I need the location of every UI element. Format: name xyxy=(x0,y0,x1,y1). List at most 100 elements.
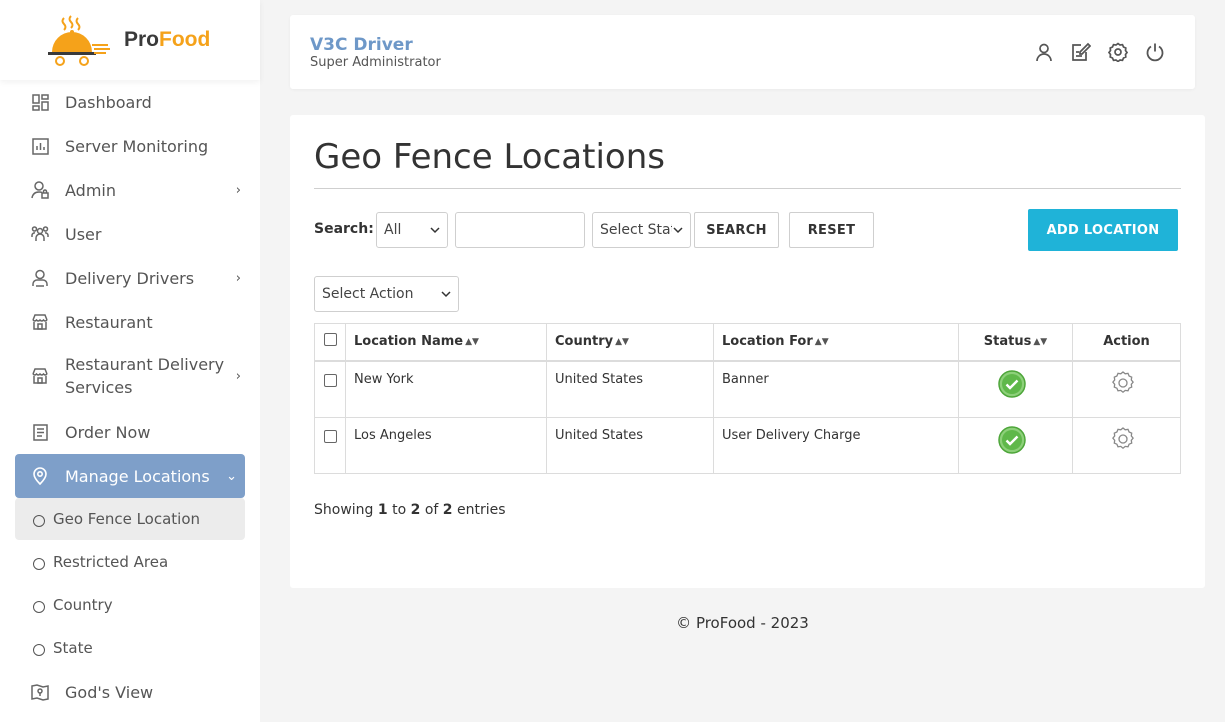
action-select[interactable]: Select Action xyxy=(314,276,459,312)
select-all-cell xyxy=(314,323,346,362)
sort-icon: ▲▼ xyxy=(465,336,479,347)
showing-suffix: entries xyxy=(456,502,506,518)
sidebar-item-delivery-drivers[interactable]: Delivery Drivers › xyxy=(15,256,245,300)
gear-icon[interactable] xyxy=(1110,370,1136,396)
title-divider xyxy=(314,188,1181,189)
sidebar-subitem-label: State xyxy=(53,639,93,657)
sidebar-item-admin[interactable]: Admin › xyxy=(15,168,245,212)
cell-location-name: Los Angeles xyxy=(345,417,547,474)
sort-icon: ▲▼ xyxy=(814,336,829,347)
settings-icon[interactable] xyxy=(1107,41,1128,62)
status-select[interactable]: Select Status xyxy=(592,212,691,248)
brand-name-part2: Food xyxy=(159,28,211,51)
select-all-checkbox[interactable] xyxy=(323,333,337,347)
check-circle-icon[interactable] xyxy=(997,369,1026,398)
showing-total: 2 xyxy=(442,502,453,518)
sidebar-item-label: Delivery Drivers xyxy=(65,268,195,288)
table-row: Los Angeles United States User Delivery … xyxy=(314,417,1181,474)
showing-of-word: of xyxy=(424,502,439,518)
sidebar-item-label: Manage Locations xyxy=(65,466,210,486)
header-icons xyxy=(1033,41,1165,62)
row-checkbox[interactable] xyxy=(323,430,337,443)
circle-bullet-icon xyxy=(33,600,45,613)
column-header-status[interactable]: Status ▲▼ xyxy=(958,323,1073,362)
sidebar-item-gods-view[interactable]: God's View xyxy=(15,670,245,714)
edit-icon[interactable] xyxy=(1070,41,1091,62)
search-label: Search: xyxy=(314,221,374,237)
food-tray-logo-icon xyxy=(44,12,114,68)
showing-to: 2 xyxy=(410,502,421,518)
sidebar-item-label: Server Monitoring xyxy=(65,136,209,156)
brand-name-part1: Pro xyxy=(124,28,160,51)
footer-copyright: © ProFood - 2023 xyxy=(676,614,809,632)
sidebar-item-restaurant-delivery-services[interactable]: Restaurant Delivery Services › xyxy=(15,346,245,406)
sidebar-subitem-geo-fence-location[interactable]: Geo Fence Location xyxy=(15,498,245,540)
chart-icon xyxy=(31,137,49,155)
chevron-down-icon xyxy=(441,291,451,298)
sidebar-item-restaurant[interactable]: Restaurant xyxy=(15,300,245,344)
column-header-country[interactable]: Country ▲▼ xyxy=(546,323,714,362)
brand-logo[interactable]: ProFood xyxy=(0,0,260,80)
sidebar-item-label: Dashboard xyxy=(65,92,152,112)
showing-prefix: Showing xyxy=(314,502,374,518)
circle-bullet-icon xyxy=(33,514,45,527)
chevron-right-icon: › xyxy=(235,270,241,286)
column-header-location-for[interactable]: Location For ▲▼ xyxy=(713,323,959,362)
sidebar-item-manage-locations[interactable]: Manage Locations ⌄ xyxy=(15,454,245,498)
cell-location-for: User Delivery Charge xyxy=(713,417,959,474)
pagination-info: Showing 1 to 2 of 2 entries xyxy=(314,502,506,518)
sidebar-item-label: Order Now xyxy=(65,422,151,442)
cell-action xyxy=(1072,360,1181,418)
column-header-location-name[interactable]: Location Name ▲▼ xyxy=(345,323,547,362)
chevron-down-icon xyxy=(673,227,683,234)
add-location-button[interactable]: ADD LOCATION xyxy=(1028,209,1178,251)
sidebar-subitem-label: Geo Fence Location xyxy=(53,510,201,528)
sidebar-subitem-restricted-area[interactable]: Restricted Area xyxy=(15,541,245,583)
sidebar: ProFood Dashboard Server Monitoring Admi… xyxy=(0,0,260,722)
sidebar-item-user[interactable]: User xyxy=(15,212,245,256)
column-label: Status xyxy=(983,334,1032,350)
users-icon xyxy=(31,225,49,243)
showing-to-word: to xyxy=(392,502,407,518)
sidebar-item-label: User xyxy=(65,224,102,244)
sidebar-subitem-label: Country xyxy=(53,596,113,614)
sort-icon: ▲▼ xyxy=(1033,336,1048,347)
header-title: V3C Driver xyxy=(310,35,413,55)
sidebar-item-label: Restaurant xyxy=(65,312,153,332)
column-header-action: Action xyxy=(1072,323,1181,362)
column-label: Country xyxy=(555,334,614,350)
sidebar-item-server-monitoring[interactable]: Server Monitoring xyxy=(15,124,245,168)
reset-button[interactable]: RESET xyxy=(789,212,874,248)
search-button[interactable]: SEARCH xyxy=(694,212,779,248)
table-header-row: Location Name ▲▼ Country ▲▼ Location For ▲▼… xyxy=(314,323,1181,362)
header-subtitle: Super Administrator xyxy=(310,55,441,70)
brand-name: ProFood xyxy=(124,28,210,52)
main-card: Geo Fence Locations Search: All Select S… xyxy=(290,115,1205,588)
chevron-down-icon: ⌄ xyxy=(226,468,237,484)
circle-bullet-icon xyxy=(33,643,45,656)
row-checkbox[interactable] xyxy=(323,373,337,387)
row-select-cell xyxy=(314,417,346,474)
check-circle-icon[interactable] xyxy=(997,426,1026,454)
table-row: New York United States Banner xyxy=(314,360,1181,418)
filter-select-value: All xyxy=(384,222,402,238)
store-icon xyxy=(31,367,49,385)
circle-bullet-icon xyxy=(33,557,45,570)
location-pin-icon xyxy=(31,467,49,485)
sidebar-item-order-now[interactable]: Order Now xyxy=(15,410,245,454)
cell-location-for: Banner xyxy=(713,360,959,418)
cell-country: United States xyxy=(546,417,714,474)
user-icon[interactable] xyxy=(1033,41,1054,62)
filter-select[interactable]: All xyxy=(376,212,448,248)
dashboard-icon xyxy=(31,93,49,111)
sidebar-subitem-state[interactable]: State xyxy=(15,627,245,669)
power-icon[interactable] xyxy=(1144,41,1165,62)
page-title: Geo Fence Locations xyxy=(314,137,665,177)
cell-location-name: New York xyxy=(345,360,547,418)
sidebar-subitem-country[interactable]: Country xyxy=(15,584,245,626)
gear-icon[interactable] xyxy=(1110,426,1136,452)
search-input[interactable] xyxy=(455,212,585,248)
sidebar-item-dashboard[interactable]: Dashboard xyxy=(15,80,245,124)
chevron-down-icon xyxy=(430,227,440,234)
sidebar-item-label: Admin xyxy=(65,180,116,200)
